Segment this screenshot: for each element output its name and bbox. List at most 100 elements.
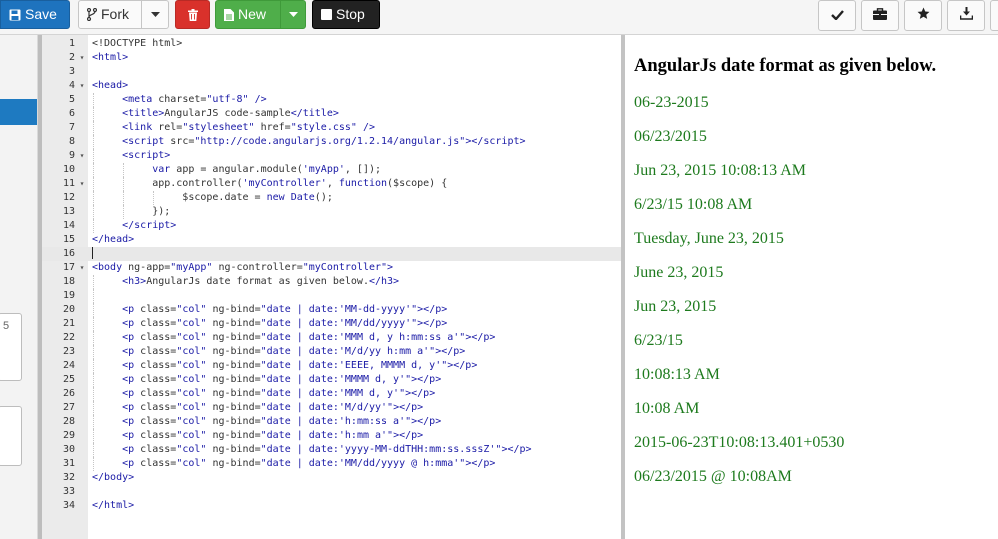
line-number: 17 [62, 262, 75, 273]
code-text: $scope.date = new Date(); [92, 192, 333, 203]
code-text: <p class="col" ng-bind="date | date:'MMM… [122, 388, 436, 399]
star-button[interactable] [904, 0, 942, 31]
code-line[interactable]: 15 </head> [42, 233, 621, 247]
code-line[interactable]: 31 <p class="col" ng-bind="date | date:'… [42, 457, 621, 471]
date-output-11: 2015-06-23T10:08:13.401+0530 [634, 434, 845, 451]
code-text: </html> [92, 500, 135, 511]
check-button[interactable] [818, 0, 856, 31]
date-output-6: June 23, 2015 [634, 264, 724, 281]
code-line[interactable]: 5 <meta charset="utf-8" /> [42, 93, 621, 107]
stop-label: Stop [336, 6, 365, 22]
date-output-7: Jun 23, 2015 [634, 298, 717, 315]
new-button[interactable]: New [215, 0, 281, 29]
code-line[interactable]: 10 var app = angular.module('myApp', [])… [42, 163, 621, 177]
sidebar-input-box[interactable] [0, 406, 22, 466]
code-text: var app = angular.module('myApp', []); [152, 164, 382, 175]
code-line[interactable]: 26 <p class="col" ng-bind="date | date:'… [42, 387, 621, 401]
caret-down-icon [288, 12, 298, 17]
line-number: 33 [62, 486, 75, 497]
sidebar-textarea-value: 5 [3, 320, 10, 332]
preview-heading: AngularJs date format as given below. [634, 56, 937, 76]
line-number: 22 [62, 332, 75, 343]
delete-button[interactable] [175, 0, 210, 29]
line-number: 13 [62, 206, 75, 217]
stop-button[interactable]: Stop [312, 0, 380, 29]
fork-button[interactable]: Fork [78, 0, 142, 29]
toolbar: Save Fork New Stop [0, 0, 998, 35]
fold-toggle-icon[interactable]: ▾ [78, 261, 86, 275]
code-line[interactable]: 33 [42, 485, 621, 499]
code-line[interactable]: 6 <title>AngularJS code-sample</title> [42, 107, 621, 121]
code-line[interactable]: 12 $scope.date = new Date(); [42, 191, 621, 205]
check-icon [830, 7, 844, 25]
code-text: <p class="col" ng-bind="date | date:'M/d… [122, 402, 424, 413]
code-line[interactable]: 24 <p class="col" ng-bind="date | date:'… [42, 359, 621, 373]
date-output-3: Jun 23, 2015 10:08:13 AM [634, 162, 807, 179]
code-editor[interactable]: 1 <!DOCTYPE html> 2 ▾ <html> 3 4 ▾ <head> 5 <meta… [42, 35, 621, 539]
fold-toggle-icon[interactable]: ▾ [78, 177, 86, 191]
code-line[interactable]: 34 </html> [42, 499, 621, 513]
code-line[interactable]: 23 <p class="col" ng-bind="date | date:'… [42, 345, 621, 359]
line-number: 27 [62, 402, 75, 413]
code-line[interactable]: 14 </script> [42, 219, 621, 233]
date-output-4: 6/23/15 10:08 AM [634, 196, 753, 213]
new-dropdown-button[interactable] [280, 0, 306, 29]
stop-icon [321, 9, 332, 20]
line-number: 16 [62, 248, 75, 259]
line-number: 34 [62, 500, 75, 511]
code-line[interactable]: 27 <p class="col" ng-bind="date | date:'… [42, 401, 621, 415]
code-line[interactable]: 22 <p class="col" ng-bind="date | date:'… [42, 331, 621, 345]
code-line[interactable]: 30 <p class="col" ng-bind="date | date:'… [42, 443, 621, 457]
briefcase-icon [873, 7, 887, 25]
code-text: <html> [92, 52, 129, 63]
new-label: New [238, 6, 267, 22]
code-line[interactable]: 13 }); [42, 205, 621, 219]
code-text: </body> [92, 472, 135, 483]
fold-toggle-icon[interactable]: ▾ [78, 79, 86, 93]
more-button[interactable] [990, 0, 998, 31]
code-line[interactable]: 25 <p class="col" ng-bind="date | date:'… [42, 373, 621, 387]
code-text: <script> [122, 150, 171, 161]
line-number: 5 [68, 94, 75, 105]
save-button[interactable]: Save [0, 0, 70, 29]
code-line[interactable]: 17 ▾ <body ng-app="myApp" ng-controller="m… [42, 261, 621, 275]
fold-toggle-icon[interactable]: ▾ [78, 149, 86, 163]
line-number: 25 [62, 374, 75, 385]
code-line[interactable]: 29 <p class="col" ng-bind="date | date:'… [42, 429, 621, 443]
code-line[interactable]: 20 <p class="col" ng-bind="date | date:'… [42, 303, 621, 317]
line-number: 19 [62, 290, 75, 301]
code-line[interactable]: 21 <p class="col" ng-bind="date | date:'… [42, 317, 621, 331]
code-line[interactable]: 32 </body> [42, 471, 621, 485]
date-output-9: 10:08:13 AM [634, 366, 720, 383]
code-line[interactable]: 2 ▾ <html> [42, 51, 621, 65]
code-line[interactable]: 28 <p class="col" ng-bind="date | date:'… [42, 415, 621, 429]
code-line[interactable]: 19 [42, 289, 621, 303]
code-text: <!DOCTYPE html> [92, 38, 183, 49]
download-icon [959, 6, 973, 25]
code-line[interactable]: 8 <script src="http://code.angularjs.org… [42, 135, 621, 149]
date-output-2: 06/23/2015 [634, 128, 707, 145]
code-text: </script> [122, 220, 177, 231]
code-line[interactable]: 1 <!DOCTYPE html> [42, 37, 621, 51]
code-line[interactable]: 4 ▾ <head> [42, 79, 621, 93]
code-line[interactable]: 9 ▾ <script> [42, 149, 621, 163]
code-text: <body ng-app="myApp" ng-controller="myCo… [92, 262, 394, 273]
line-number: 23 [62, 346, 75, 357]
briefcase-button[interactable] [861, 0, 899, 31]
line-number: 1 [68, 38, 75, 49]
code-text: <head> [92, 80, 129, 91]
date-output-10: 10:08 AM [634, 400, 700, 417]
code-line[interactable]: 3 [42, 65, 621, 79]
sidebar-textarea[interactable]: 5 [0, 313, 22, 381]
code-line[interactable]: 11 ▾ app.controller('myController', funct… [42, 177, 621, 191]
sidebar-active-item[interactable] [0, 99, 37, 125]
fold-toggle-icon[interactable]: ▾ [78, 51, 86, 65]
download-button[interactable] [947, 0, 985, 31]
caret-down-icon [150, 12, 160, 17]
code-text [92, 247, 93, 261]
code-line[interactable]: 7 <link rel="stylesheet" href="style.css… [42, 121, 621, 135]
line-number: 11 [62, 178, 75, 189]
code-line[interactable]: 18 <h3>AngularJs date format as given be… [42, 275, 621, 289]
fork-dropdown-button[interactable] [141, 0, 169, 29]
code-line[interactable]: 16 [42, 247, 621, 261]
